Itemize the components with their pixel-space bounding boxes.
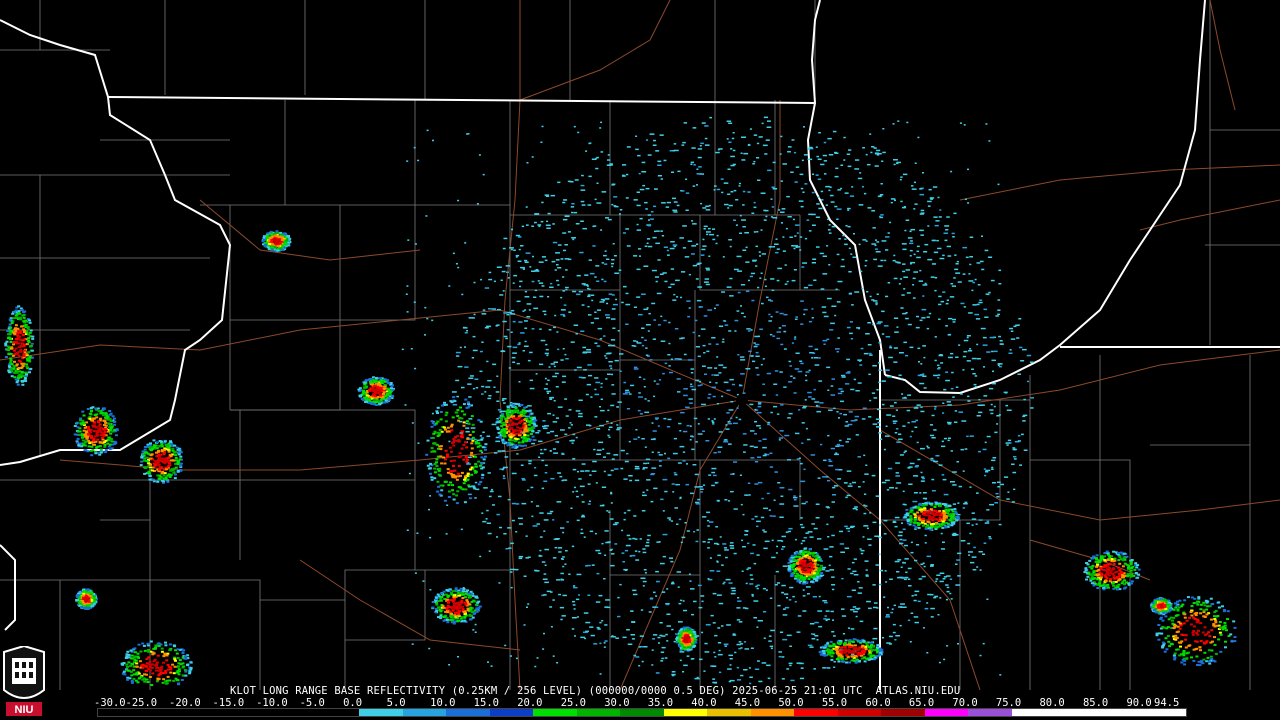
- colorbar-segment: [794, 709, 838, 716]
- logo-text: NIU: [15, 704, 34, 716]
- colorbar-segment: [315, 709, 360, 716]
- colorbar-segment: [1142, 709, 1186, 716]
- colorbar-segment: [1098, 709, 1143, 716]
- colorbar-segment: [359, 709, 403, 716]
- colorbar-segment: [272, 709, 316, 716]
- colorbar-segment: [750, 709, 795, 716]
- radar-site-marker: [736, 394, 748, 406]
- colorbar-segment: [98, 709, 142, 716]
- colorbar-segment: [1011, 709, 1056, 716]
- radar-map: [0, 0, 1280, 720]
- colorbar-segment: [228, 709, 273, 716]
- reflectivity-colorbar: [97, 708, 1187, 717]
- colorbar-segment: [489, 709, 534, 716]
- colorbar-segment: [663, 709, 708, 716]
- colorbar-segment: [837, 709, 882, 716]
- product-caption: KLOT LONG RANGE BASE REFLECTIVITY (0.25K…: [230, 685, 961, 697]
- colorbar-segment: [533, 709, 577, 716]
- colorbar-segment: [924, 709, 969, 716]
- colorbar-segment: [141, 709, 186, 716]
- colorbar-segment: [576, 709, 621, 716]
- colorbar-segment: [881, 709, 925, 716]
- niu-logo: NIU: [3, 646, 45, 716]
- colorbar-segment: [707, 709, 751, 716]
- colorbar-segment: [185, 709, 229, 716]
- colorbar-segment: [620, 709, 664, 716]
- colorbar-segment: [446, 709, 490, 716]
- colorbar-segment: [1055, 709, 1099, 716]
- colorbar-segment: [968, 709, 1012, 716]
- colorbar-segment: [402, 709, 447, 716]
